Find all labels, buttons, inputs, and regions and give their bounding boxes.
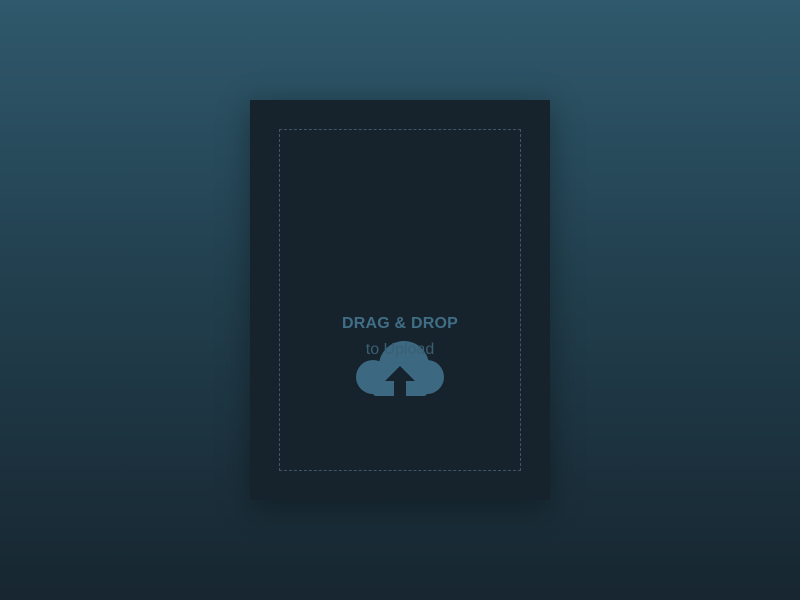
page: { "upload": { "title": "DRAG & DROP", "s… (0, 0, 800, 600)
upload-subtitle: to Upload (365, 341, 435, 358)
upload-card: DRAG & DROP to Upload (250, 100, 550, 500)
drag-drop-title: DRAG & DROP (342, 315, 458, 332)
drop-zone[interactable] (279, 129, 521, 471)
